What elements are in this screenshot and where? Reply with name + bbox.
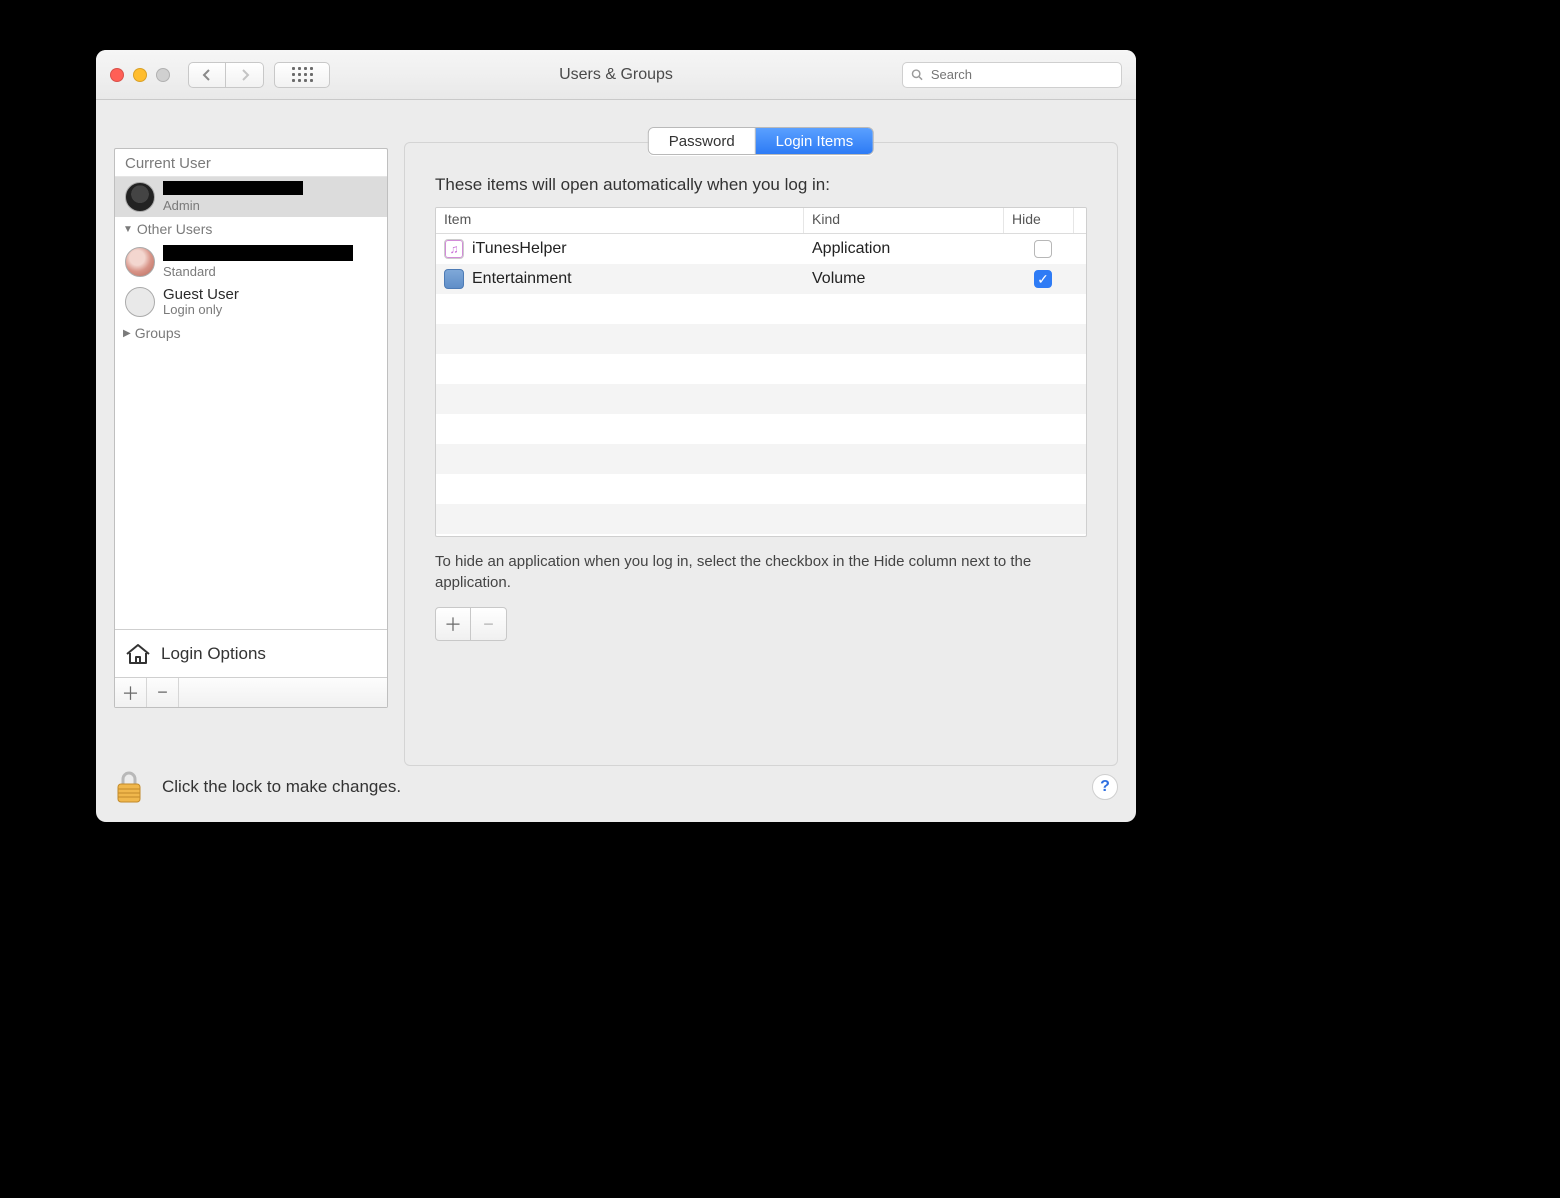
column-item[interactable]: Item bbox=[436, 208, 804, 233]
grid-icon bbox=[292, 67, 313, 82]
close-window-button[interactable] bbox=[110, 68, 124, 82]
table-header: Item Kind Hide bbox=[436, 208, 1086, 234]
other-users-label: Other Users bbox=[137, 221, 212, 237]
table-body: iTunesHelper Application Entertainment V… bbox=[436, 234, 1086, 294]
row-item-kind: Volume bbox=[804, 270, 1004, 288]
login-options-label: Login Options bbox=[161, 644, 266, 664]
search-icon bbox=[911, 68, 923, 81]
back-button[interactable] bbox=[188, 62, 226, 88]
avatar-icon bbox=[125, 182, 155, 212]
guest-user-role: Login only bbox=[163, 302, 239, 317]
forward-button[interactable] bbox=[226, 62, 264, 88]
column-kind[interactable]: Kind bbox=[804, 208, 1004, 233]
row-item-name: Entertainment bbox=[472, 270, 572, 288]
minimize-window-button[interactable] bbox=[133, 68, 147, 82]
current-user-heading: Current User bbox=[115, 149, 387, 177]
volume-icon bbox=[444, 269, 464, 289]
avatar-icon bbox=[125, 247, 155, 277]
nav-buttons bbox=[188, 62, 264, 88]
sidebar-item-current-user[interactable]: Admin bbox=[115, 177, 387, 217]
show-all-button[interactable] bbox=[274, 62, 330, 88]
column-hide[interactable]: Hide bbox=[1004, 208, 1074, 233]
row-item-name: iTunesHelper bbox=[472, 240, 567, 258]
login-items-table: Item Kind Hide iTunesHelper Application bbox=[435, 207, 1087, 537]
redacted-username bbox=[163, 245, 353, 261]
guest-user-name: Guest User bbox=[163, 287, 239, 302]
hide-checkbox[interactable] bbox=[1034, 240, 1052, 258]
tab-password[interactable]: Password bbox=[649, 128, 756, 154]
login-items-description: These items will open automatically when… bbox=[435, 175, 830, 195]
lock-icon[interactable] bbox=[114, 770, 144, 804]
avatar-icon bbox=[125, 287, 155, 317]
house-icon bbox=[125, 643, 151, 665]
add-login-item-button[interactable]: ＋ bbox=[435, 607, 471, 641]
groups-label: Groups bbox=[135, 325, 181, 341]
remove-login-item-button[interactable]: − bbox=[471, 607, 507, 641]
disclosure-triangle-right-icon: ▶ bbox=[123, 328, 131, 339]
zoom-window-button[interactable] bbox=[156, 68, 170, 82]
titlebar: Users & Groups bbox=[96, 50, 1136, 100]
redacted-username bbox=[163, 181, 303, 195]
table-row[interactable]: Entertainment Volume bbox=[436, 264, 1086, 294]
help-button[interactable]: ? bbox=[1092, 774, 1118, 800]
sidebar-item-other-user[interactable]: Standard bbox=[115, 241, 387, 283]
table-row[interactable]: iTunesHelper Application bbox=[436, 234, 1086, 264]
tab-login-items[interactable]: Login Items bbox=[756, 128, 874, 154]
add-user-button[interactable]: ＋ bbox=[115, 678, 147, 707]
main-panel: Password Login Items These items will op… bbox=[404, 142, 1118, 766]
hide-checkbox[interactable] bbox=[1034, 270, 1052, 288]
sidebar-section-groups[interactable]: ▶ Groups bbox=[115, 321, 387, 345]
tab-bar: Password Login Items bbox=[648, 127, 874, 155]
disclosure-triangle-down-icon: ▼ bbox=[123, 224, 133, 235]
search-field[interactable] bbox=[902, 62, 1122, 88]
login-items-add-remove: ＋ − bbox=[435, 607, 507, 641]
sidebar-list: Admin ▼ Other Users Standard bbox=[115, 177, 387, 629]
preferences-window: Users & Groups Current User Admin bbox=[96, 50, 1136, 822]
hide-note: To hide an application when you log in, … bbox=[435, 551, 1087, 593]
remove-user-button[interactable]: − bbox=[147, 678, 179, 707]
itunes-icon bbox=[444, 239, 464, 259]
sidebar-item-guest-user[interactable]: Guest User Login only bbox=[115, 283, 387, 321]
other-user-role: Standard bbox=[163, 264, 353, 279]
sidebar-section-other-users[interactable]: ▼ Other Users bbox=[115, 217, 387, 241]
current-user-role: Admin bbox=[163, 198, 303, 213]
window-controls bbox=[110, 68, 170, 82]
search-input[interactable] bbox=[929, 66, 1113, 83]
lock-row: Click the lock to make changes. ? bbox=[114, 770, 1118, 804]
users-sidebar: Current User Admin ▼ Other Users bbox=[114, 148, 388, 708]
sidebar-add-remove: ＋ − bbox=[115, 677, 387, 707]
lock-text: Click the lock to make changes. bbox=[162, 777, 401, 797]
login-options-button[interactable]: Login Options bbox=[115, 629, 387, 677]
row-item-kind: Application bbox=[804, 240, 1004, 258]
